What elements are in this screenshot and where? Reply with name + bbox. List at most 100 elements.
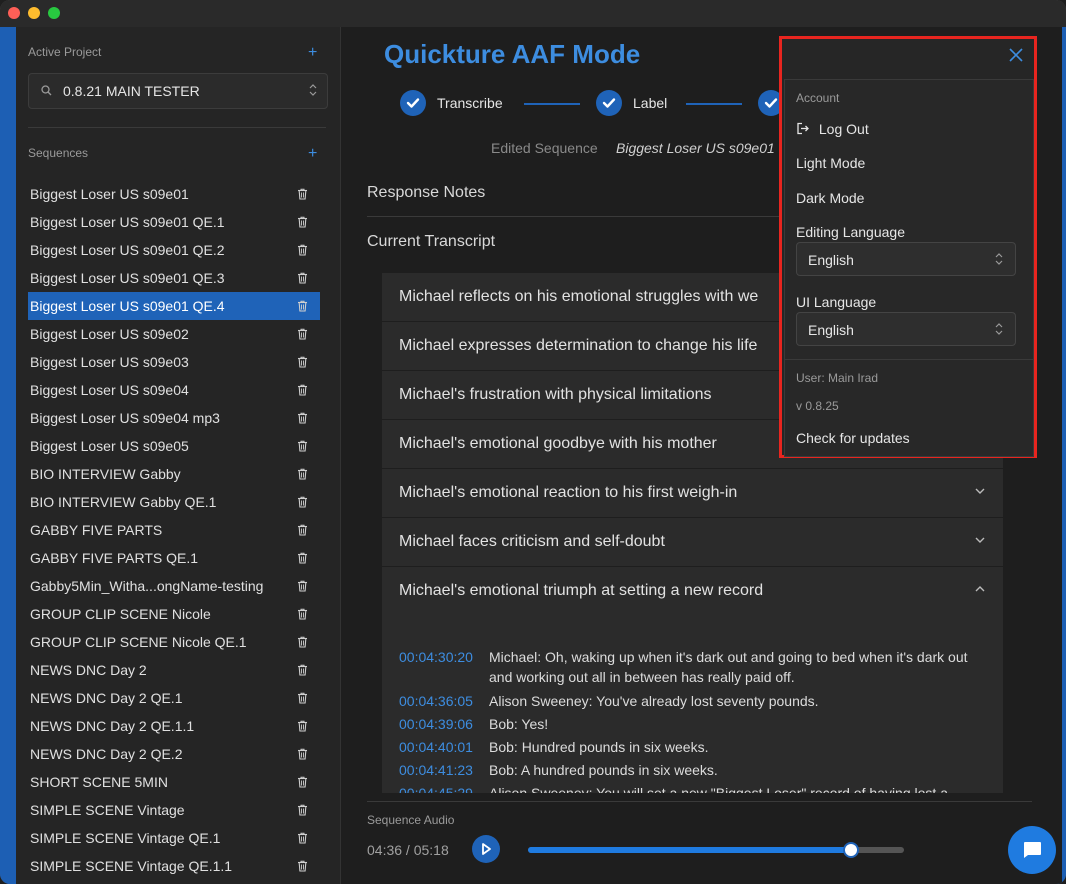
trash-icon[interactable] [297, 496, 308, 508]
page-title: Quickture AAF Mode [384, 39, 641, 69]
sequence-item[interactable]: SIMPLE SCENE Vintage [28, 796, 320, 824]
trash-icon[interactable] [297, 860, 308, 872]
audio-time: 04:36 / 05:18 [367, 842, 449, 858]
sequence-item[interactable]: Biggest Loser US s09e01 QE.3 [28, 264, 320, 292]
sequence-item[interactable]: Biggest Loser US s09e04 mp3 [28, 404, 320, 432]
step-transcribe[interactable]: Transcribe [400, 90, 503, 116]
log-out-item[interactable]: Log Out [796, 121, 869, 137]
trash-icon[interactable] [297, 384, 308, 396]
project-select[interactable]: 0.8.21 MAIN TESTER [28, 73, 328, 109]
version-label: v 0.8.25 [796, 399, 839, 413]
editing-language-select[interactable]: English [796, 242, 1016, 276]
sequence-item[interactable]: BIO INTERVIEW Gabby QE.1 [28, 488, 320, 516]
play-icon [482, 843, 491, 855]
search-icon [41, 85, 52, 96]
topic-item[interactable]: Michael's emotional triumph at setting a… [382, 567, 1003, 616]
audio-progress-slider[interactable] [528, 842, 904, 858]
sequence-item[interactable]: Gabby5Min_Witha...ongName-testing [28, 572, 320, 600]
trash-icon[interactable] [297, 776, 308, 788]
sequence-item[interactable]: Biggest Loser US s09e01 QE.2 [28, 236, 320, 264]
sequence-item[interactable]: SIMPLE SCENE Vintage QE.1 [28, 824, 320, 852]
sequence-item[interactable]: Biggest Loser US s09e04 [28, 376, 320, 404]
sequence-item[interactable]: Biggest Loser US s09e01 [28, 180, 320, 208]
chat-icon [1024, 842, 1041, 858]
ui-language-value: English [808, 322, 854, 338]
audio-divider [367, 801, 1032, 802]
trash-icon[interactable] [297, 272, 308, 284]
trash-icon[interactable] [297, 300, 308, 312]
audio-progress-handle[interactable] [843, 842, 860, 858]
topic-title: Michael's frustration with physical limi… [399, 386, 712, 403]
trash-icon[interactable] [297, 524, 308, 536]
sequence-name: NEWS DNC Day 2 QE.1 [30, 690, 183, 706]
play-button[interactable] [472, 835, 500, 863]
transcript-text: Bob: Hundred pounds in six weeks. [489, 739, 709, 755]
ui-language-label: UI Language [796, 294, 877, 310]
trash-icon[interactable] [297, 440, 308, 452]
trash-icon[interactable] [297, 244, 308, 256]
sequence-name: Biggest Loser US s09e05 [30, 438, 189, 454]
trash-icon[interactable] [297, 720, 308, 732]
close-window-button[interactable] [8, 7, 20, 19]
zoom-window-button[interactable] [48, 7, 60, 19]
trash-icon[interactable] [297, 804, 308, 816]
trash-icon[interactable] [297, 468, 308, 480]
trash-icon[interactable] [297, 832, 308, 844]
step-label-step[interactable]: Label [596, 90, 667, 116]
sequence-item[interactable]: Biggest Loser US s09e01 QE.1 [28, 208, 320, 236]
timecode-link[interactable]: 00:04:40:01 [399, 737, 473, 757]
sequence-item[interactable]: Biggest Loser US s09e02 [28, 320, 320, 348]
check-icon [596, 90, 622, 116]
trash-icon[interactable] [297, 636, 308, 648]
topic-item[interactable]: Michael faces criticism and self-doubt [382, 518, 1003, 567]
sequence-name: Biggest Loser US s09e04 [30, 382, 189, 398]
trash-icon[interactable] [297, 216, 308, 228]
sequence-item[interactable]: BIO INTERVIEW Gabby [28, 460, 320, 488]
timecode-link[interactable]: 00:04:30:20 [399, 647, 473, 667]
trash-icon[interactable] [297, 412, 308, 424]
sequence-item[interactable]: NEWS DNC Day 2 QE.1 [28, 684, 320, 712]
timecode-link[interactable]: 00:04:39:06 [399, 714, 473, 734]
sequence-item[interactable]: GROUP CLIP SCENE Nicole QE.1 [28, 628, 320, 656]
trash-icon[interactable] [297, 748, 308, 760]
sequence-item[interactable]: GROUP CLIP SCENE Nicole [28, 600, 320, 628]
sequence-item[interactable]: Biggest Loser US s09e05 [28, 432, 320, 460]
add-sequence-button[interactable]: + [308, 146, 317, 162]
topic-item[interactable]: Michael's emotional reaction to his firs… [382, 469, 1003, 518]
chevron-up-icon[interactable] [974, 585, 986, 593]
sequence-name: SIMPLE SCENE Vintage QE.1.1 [30, 858, 233, 874]
timecode-link[interactable]: 00:04:41:23 [399, 760, 473, 780]
chevron-down-icon[interactable] [974, 487, 986, 495]
check-updates-item[interactable]: Check for updates [796, 430, 910, 446]
timecode-link[interactable]: 00:04:45:29 [399, 783, 473, 793]
trash-icon[interactable] [297, 608, 308, 620]
sequence-item[interactable]: NEWS DNC Day 2 QE.2 [28, 740, 320, 768]
sequences-label: Sequences [28, 146, 89, 160]
timecode-link[interactable]: 00:04:36:05 [399, 691, 473, 711]
sequence-item[interactable]: GABBY FIVE PARTS QE.1 [28, 544, 320, 572]
chevron-down-icon[interactable] [974, 536, 986, 544]
topic-title: Michael reflects on his emotional strugg… [399, 288, 759, 305]
sequence-item[interactable]: Biggest Loser US s09e01 QE.4 [28, 292, 320, 320]
sequence-item[interactable]: GABBY FIVE PARTS [28, 516, 320, 544]
add-project-button[interactable]: + [308, 45, 317, 61]
sequence-item[interactable]: SHORT SCENE 5MIN [28, 768, 320, 796]
ui-language-select[interactable]: English [796, 312, 1016, 346]
trash-icon[interactable] [297, 552, 308, 564]
trash-icon[interactable] [297, 188, 308, 200]
trash-icon[interactable] [297, 356, 308, 368]
sequence-item[interactable]: NEWS DNC Day 2 QE.1.1 [28, 712, 320, 740]
trash-icon[interactable] [297, 328, 308, 340]
close-icon[interactable] [1008, 47, 1024, 63]
dark-mode-item[interactable]: Dark Mode [796, 190, 864, 206]
trash-icon[interactable] [297, 664, 308, 676]
sequence-item[interactable]: SIMPLE SCENE Vintage QE.1.1 [28, 852, 320, 880]
sequence-item[interactable]: Biggest Loser US s09e03 [28, 348, 320, 376]
sequence-item[interactable]: NEWS DNC Day 2 [28, 656, 320, 684]
chat-button[interactable] [1008, 826, 1056, 874]
trash-icon[interactable] [297, 692, 308, 704]
transcript-text: Michael: Oh, waking up when it's dark ou… [489, 649, 968, 685]
minimize-window-button[interactable] [28, 7, 40, 19]
trash-icon[interactable] [297, 580, 308, 592]
light-mode-item[interactable]: Light Mode [796, 155, 865, 171]
